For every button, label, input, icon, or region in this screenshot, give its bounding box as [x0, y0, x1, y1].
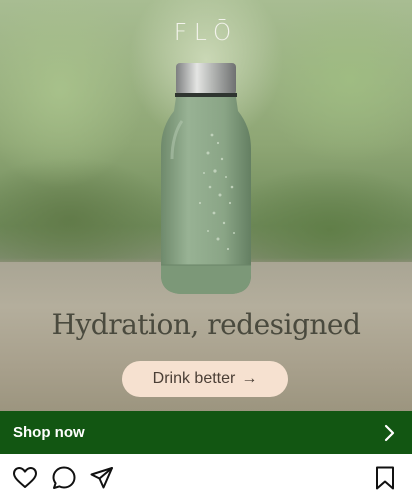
water-bottle-image	[161, 63, 251, 294]
brand-logo: FLŌ	[173, 20, 239, 46]
chevron-right-icon	[380, 423, 400, 443]
shop-now-bar[interactable]: Shop now	[0, 411, 412, 454]
sponsored-post: FLŌ Hydration, redesigned Drink better →…	[0, 0, 412, 500]
ad-creative-image[interactable]: FLŌ Hydration, redesigned Drink better →	[0, 0, 412, 411]
cta-label: Drink better	[152, 370, 236, 387]
send-icon[interactable]	[89, 465, 115, 491]
shop-now-label: Shop now	[13, 424, 85, 441]
comment-icon[interactable]	[51, 465, 77, 491]
drink-better-button[interactable]: Drink better →	[122, 361, 288, 397]
heart-icon[interactable]	[12, 465, 38, 491]
arrow-right-icon: →	[241, 370, 258, 387]
ad-headline: Hydration, redesigned	[51, 308, 361, 341]
bookmark-icon[interactable]	[372, 465, 398, 491]
post-action-bar	[0, 454, 412, 500]
